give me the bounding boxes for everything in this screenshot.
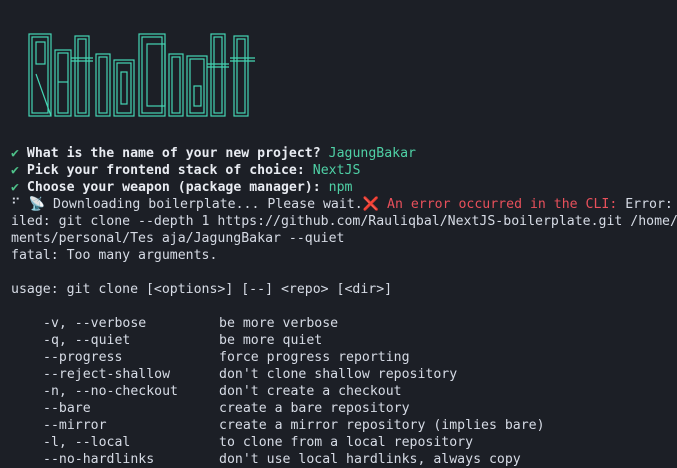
option-description: don't use local hardlinks, always copy (219, 452, 521, 467)
output-line-fatal: fatal: Too many arguments. (11, 248, 218, 263)
check-icon: ✔ (11, 163, 19, 178)
check-icon: ✔ (11, 146, 19, 161)
download-status-line: ⠋ 📡 Downloading boilerplate... Please wa… (11, 196, 673, 213)
option-flag: -q, --quiet (43, 333, 131, 348)
option-flag: --no-hardlinks (43, 452, 155, 467)
option-flag: -v, --verbose (43, 316, 147, 331)
option-flag: --reject-shallow (43, 367, 171, 382)
option-flag: -n, --no-checkout (43, 384, 178, 399)
error-label: Error: (625, 197, 673, 212)
prompt-answer: JagungBakar (328, 146, 416, 161)
prompt-question: Pick your frontend stack of choice: (26, 163, 305, 178)
option-description: create a mirror repository (implies bare… (219, 418, 545, 433)
option-description: to clone from a local repository (219, 435, 474, 450)
usage-line: usage: git clone [<options>] [--] <repo>… (11, 282, 393, 297)
prompt-project-name: ✔ What is the name of your new project? … (11, 145, 416, 162)
option-description: create a bare repository (219, 401, 410, 416)
output-line-command: iled: git clone --depth 1 https://github… (11, 214, 677, 229)
prompt-question: Choose your weapon (package manager): (26, 180, 321, 195)
prompt-answer: npm (328, 180, 353, 195)
output-line-path: ments/personal/Tes aja/JagungBakar --qui… (11, 231, 345, 246)
retrocraft-logo (28, 33, 255, 117)
option-description: force progress reporting (219, 350, 410, 365)
error-message: An error occurred in the CLI: (387, 197, 618, 212)
option-description: be more quiet (219, 333, 323, 348)
check-icon: ✔ (11, 180, 19, 195)
error-cross-icon: ❌ (362, 197, 380, 212)
prompt-package-manager: ✔ Choose your weapon (package manager): … (11, 179, 352, 196)
satellite-icon: 📡 (28, 197, 46, 212)
option-description: don't create a checkout (219, 384, 402, 399)
option-flag: --progress (43, 350, 123, 365)
option-flag: --bare (43, 401, 91, 416)
option-flag: -l, --local (43, 435, 131, 450)
prompt-frontend-stack: ✔ Pick your frontend stack of choice: Ne… (11, 162, 360, 179)
prompt-question: What is the name of your new project? (26, 146, 321, 161)
prompt-answer: NextJS (312, 163, 361, 178)
option-flag: --mirror (43, 418, 107, 433)
terminal-window: ✔ What is the name of your new project? … (0, 0, 677, 468)
spinner-icon: ⠋ (11, 197, 21, 212)
option-description: be more verbose (219, 316, 339, 331)
option-description: don't clone shallow repository (219, 367, 458, 382)
download-message: Downloading boilerplate... Please wait. (53, 197, 363, 212)
